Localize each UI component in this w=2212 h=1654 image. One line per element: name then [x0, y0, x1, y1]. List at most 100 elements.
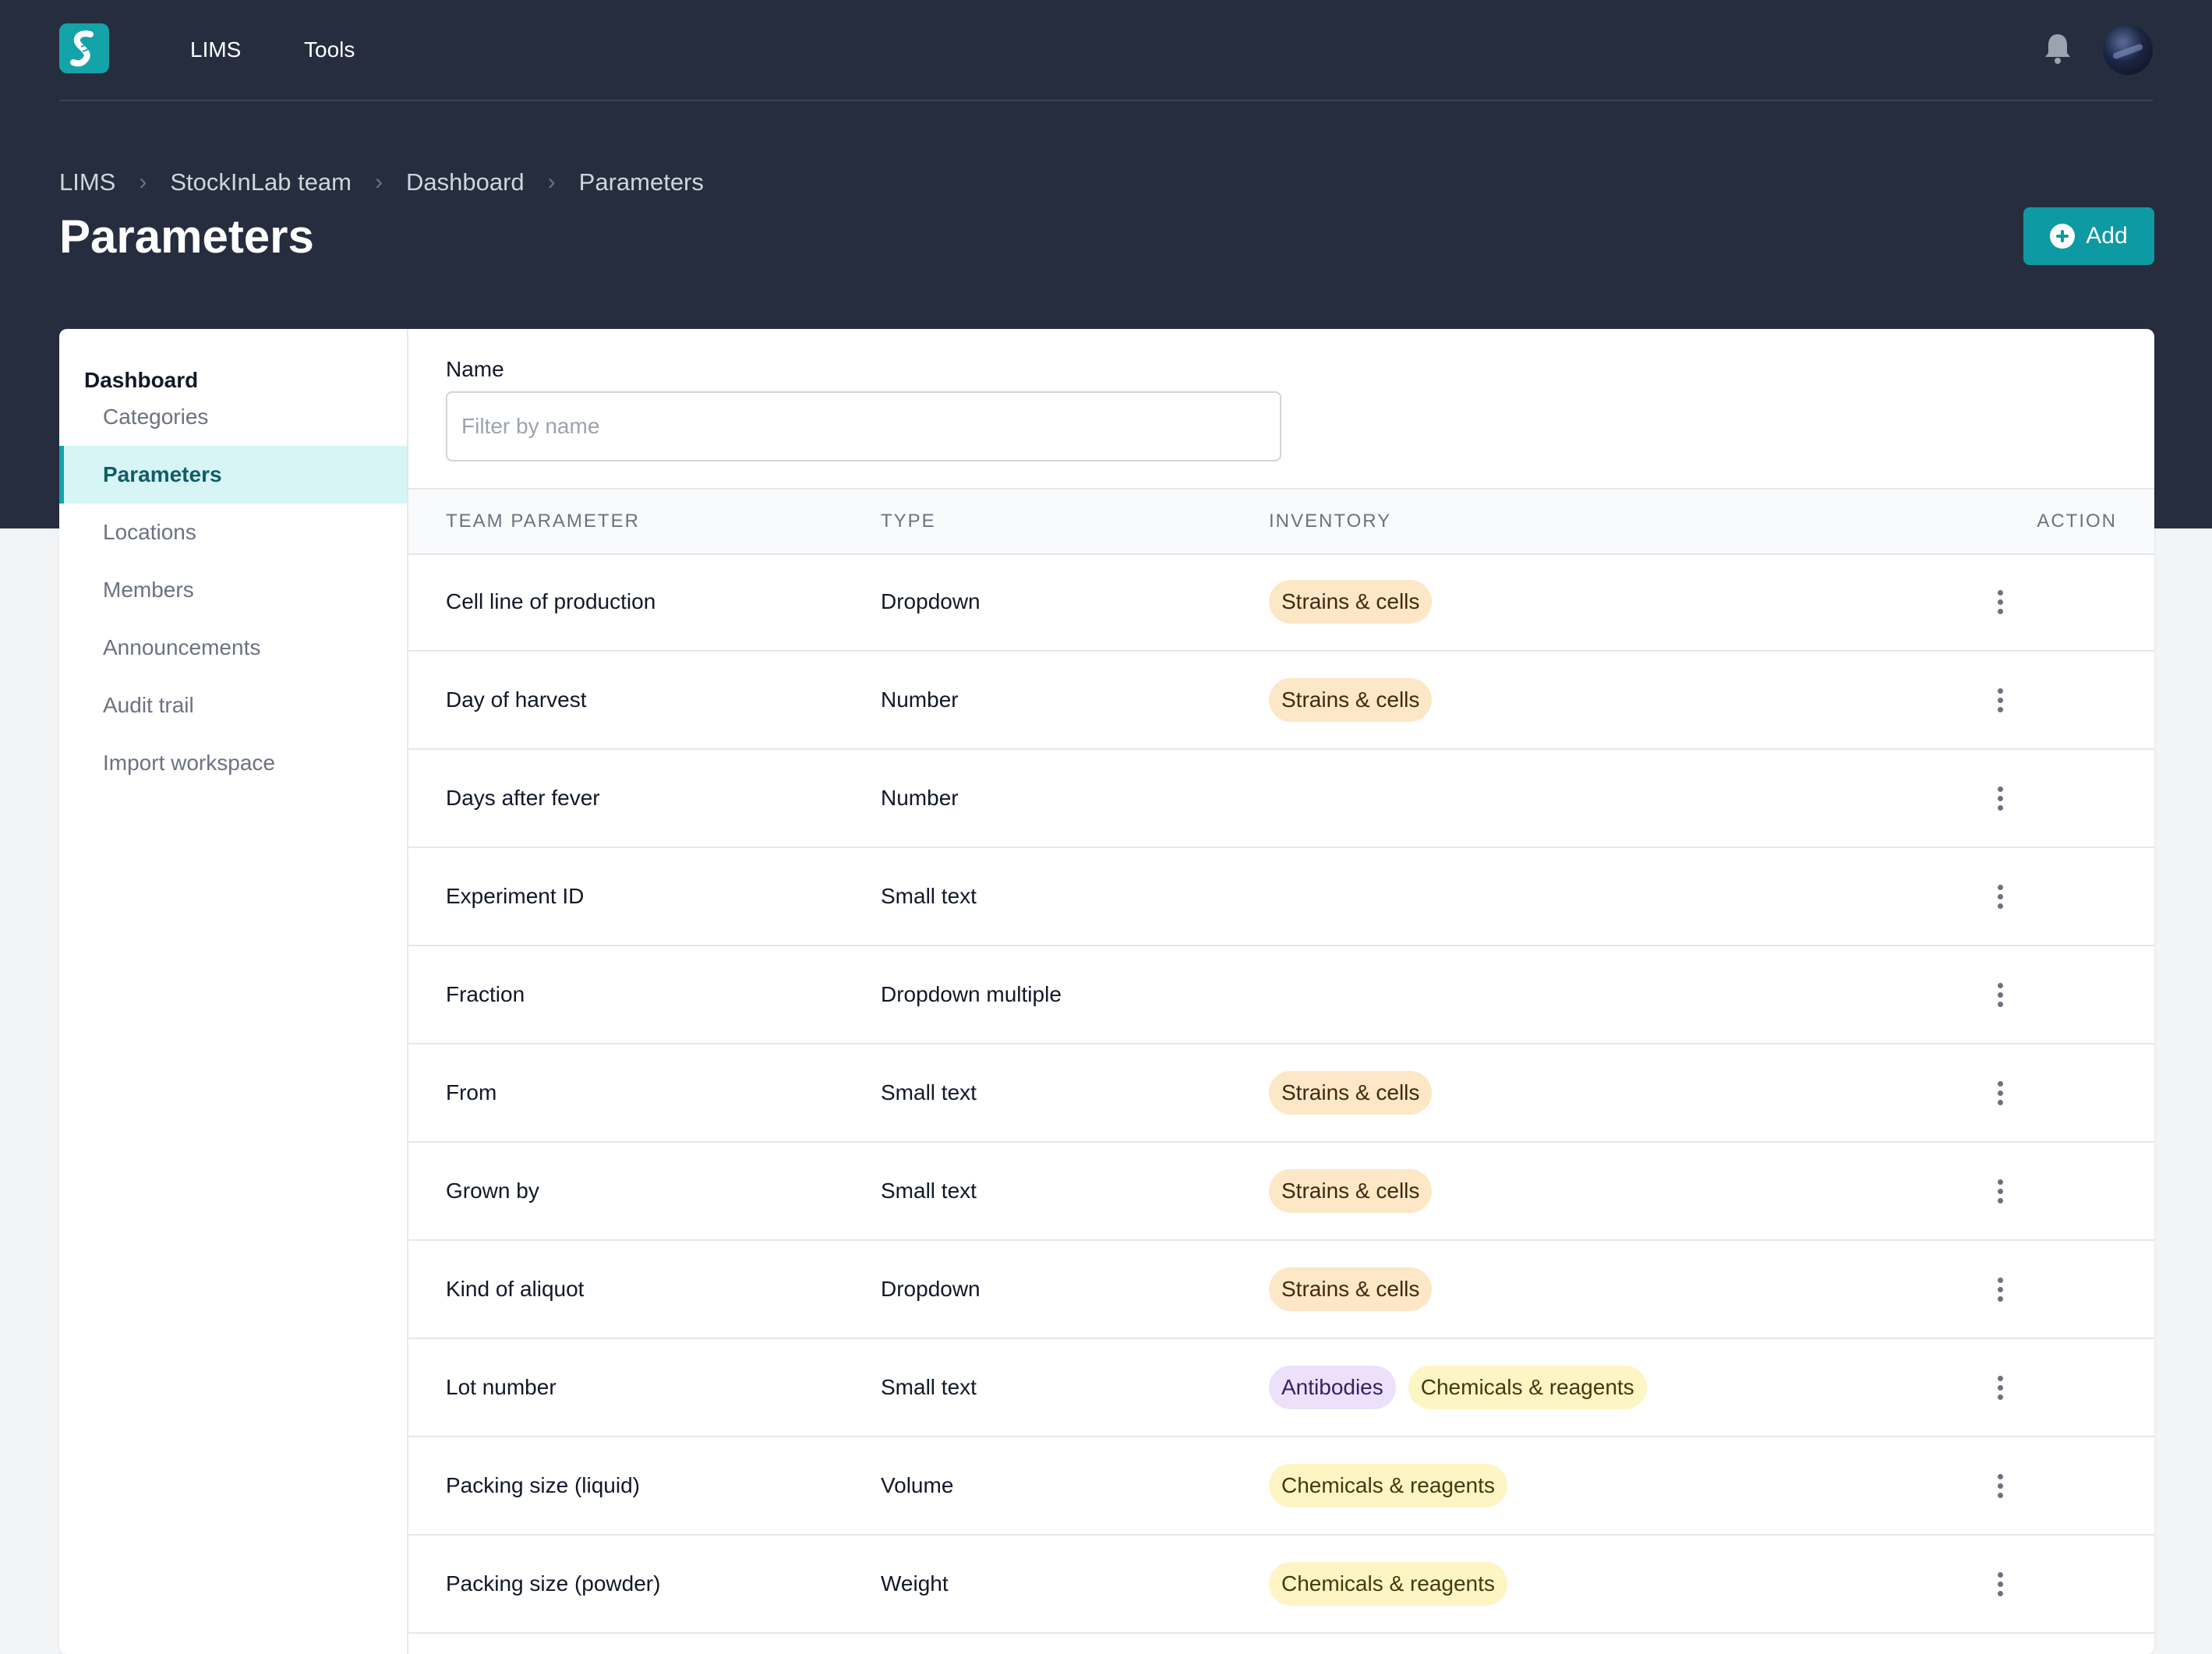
more-vertical-icon[interactable]: [1981, 583, 2019, 620]
parameter-type: Number: [881, 687, 959, 712]
parameter-name: From: [446, 1080, 497, 1104]
page-title: Parameters: [59, 210, 314, 263]
kebab-dot: [1997, 1197, 2003, 1203]
inventory-tags: Strains & cells: [1269, 553, 1433, 650]
kebab-dot: [1997, 1090, 2003, 1096]
inventory-badge: Antibodies: [1269, 1366, 1396, 1409]
kebab-dot: [1997, 884, 2003, 890]
sidebar-item-announcements[interactable]: Announcements: [59, 619, 407, 677]
table-row[interactable]: Lot number Small text Antibodies Chemicals …: [408, 1339, 2154, 1437]
breadcrumb-lims[interactable]: LIMS: [59, 168, 115, 196]
parameter-name: Days after fever: [446, 786, 600, 810]
kebab-dot: [1997, 1277, 2003, 1283]
kebab-dot: [1997, 1080, 2003, 1087]
table-row[interactable]: From Small text Strains & cells: [408, 1044, 2154, 1143]
filter-name-label: Name: [446, 357, 504, 381]
user-avatar[interactable]: [2103, 25, 2153, 75]
kebab-dot: [1997, 1483, 2003, 1489]
chevron-right-icon: ›: [139, 169, 147, 195]
kebab-dot: [1997, 706, 2003, 712]
sidebar-item-audit-trail[interactable]: Audit trail: [59, 677, 407, 734]
inventory-badge: Strains & cells: [1269, 1267, 1433, 1311]
parameter-name: Cell line of production: [446, 589, 656, 613]
parameter-name: Fraction: [446, 982, 525, 1006]
more-vertical-icon[interactable]: [1981, 1074, 2019, 1112]
parameter-name: Lot number: [446, 1375, 557, 1399]
parameter-type: Volume: [881, 1473, 954, 1497]
table-row[interactable]: Kind of aliquot Dropdown Strains & cells: [408, 1241, 2154, 1339]
inventory-tags: Chemicals & reagents: [1269, 1437, 1507, 1534]
table-row[interactable]: Packing size (liquid) Volume Chemicals & r…: [408, 1437, 2154, 1536]
inventory-tags: Antibodies Chemicals & reagents: [1269, 1339, 1647, 1436]
bell-icon[interactable]: [2039, 30, 2076, 67]
table-row[interactable]: Packing size (powder) Weight Chemicals & r…: [408, 1536, 2154, 1634]
kebab-dot: [1997, 1590, 2003, 1596]
parameter-type: Dropdown multiple: [881, 982, 1062, 1006]
kebab-dot: [1997, 1295, 2003, 1302]
breadcrumb-parameters[interactable]: Parameters: [579, 168, 704, 196]
more-vertical-icon[interactable]: [1981, 1369, 2019, 1406]
parameter-type: Small text: [881, 1375, 977, 1399]
table-header: TEAM PARAMETER TYPE INVENTORY ACTION: [408, 488, 2154, 555]
inventory-badge: Strains & cells: [1269, 1071, 1433, 1115]
kebab-dot: [1997, 903, 2003, 909]
kebab-dot: [1997, 1286, 2003, 1292]
breadcrumb-team[interactable]: StockInLab team: [170, 168, 352, 196]
nav-tab-tools-label: Tools: [304, 37, 355, 62]
kebab-dot: [1997, 1394, 2003, 1400]
table-row[interactable]: Grown by Small text Strains & cells: [408, 1143, 2154, 1241]
inventory-badge: Chemicals & reagents: [1269, 1562, 1507, 1606]
more-vertical-icon[interactable]: [1981, 681, 2019, 719]
nav-tab-tools[interactable]: Tools: [285, 22, 373, 78]
kebab-dot: [1997, 1384, 2003, 1391]
kebab-dot: [1997, 795, 2003, 801]
parameter-type: Small text: [881, 1080, 977, 1104]
column-header-inventory[interactable]: INVENTORY: [1269, 489, 1391, 553]
kebab-dot: [1997, 1188, 2003, 1194]
inventory-badge: Chemicals & reagents: [1269, 1464, 1507, 1507]
inventory-badge: Strains & cells: [1269, 580, 1433, 624]
sidebar-item-locations[interactable]: Locations: [59, 504, 407, 561]
inventory-badge: Strains & cells: [1269, 1169, 1433, 1213]
column-header-action: ACTION: [2037, 511, 2117, 532]
filter-name-input[interactable]: [446, 391, 1281, 461]
more-vertical-icon[interactable]: [1981, 1565, 2019, 1603]
breadcrumb: LIMS › StockInLab team › Dashboard › Par…: [59, 167, 704, 198]
column-header-type[interactable]: TYPE: [881, 489, 936, 553]
more-vertical-icon[interactable]: [1981, 1172, 2019, 1210]
parameter-type: Small text: [881, 1179, 977, 1203]
kebab-dot: [1997, 599, 2003, 605]
table-row[interactable]: Experiment ID Small text: [408, 848, 2154, 946]
parameter-type: Weight: [881, 1571, 949, 1596]
more-vertical-icon[interactable]: [1981, 779, 2019, 817]
breadcrumb-dashboard[interactable]: Dashboard: [406, 168, 525, 196]
kebab-dot: [1997, 1375, 2003, 1381]
table-row[interactable]: Day of harvest Number Strains & cells: [408, 652, 2154, 750]
kebab-dot: [1997, 608, 2003, 614]
nav-tab-lims[interactable]: LIMS: [171, 22, 260, 78]
add-button[interactable]: Add: [2023, 207, 2154, 265]
parameter-name: Kind of aliquot: [446, 1277, 585, 1301]
kebab-dot: [1997, 687, 2003, 694]
app-logo-icon[interactable]: [59, 23, 109, 73]
table-row[interactable]: Cell line of production Dropdown Strains &…: [408, 553, 2154, 652]
table-row[interactable]: Fraction Dropdown multiple: [408, 946, 2154, 1044]
more-vertical-icon[interactable]: [1981, 1271, 2019, 1308]
more-vertical-icon[interactable]: [1981, 976, 2019, 1013]
inventory-badge: Chemicals & reagents: [1408, 1366, 1647, 1409]
more-vertical-icon[interactable]: [1981, 1467, 2019, 1504]
more-vertical-icon[interactable]: [1981, 878, 2019, 915]
kebab-dot: [1997, 804, 2003, 811]
kebab-dot: [1997, 1571, 2003, 1578]
chevron-right-icon: ›: [547, 169, 556, 195]
parameters-panel: Name TEAM PARAMETER TYPE INVENTORY ACTIO…: [408, 329, 2154, 1654]
sidebar-item-parameters[interactable]: Parameters: [59, 446, 407, 504]
sidebar-item-categories[interactable]: Categories: [59, 388, 407, 446]
parameter-name: Packing size (liquid): [446, 1473, 640, 1497]
sidebar-item-members[interactable]: Members: [59, 561, 407, 619]
sidebar-item-import-workspace[interactable]: Import workspace: [59, 734, 407, 792]
add-button-label: Add: [2086, 223, 2128, 249]
table-row[interactable]: Days after fever Number: [408, 750, 2154, 848]
parameter-type: Small text: [881, 884, 977, 908]
column-header-team-parameter[interactable]: TEAM PARAMETER: [446, 489, 640, 553]
